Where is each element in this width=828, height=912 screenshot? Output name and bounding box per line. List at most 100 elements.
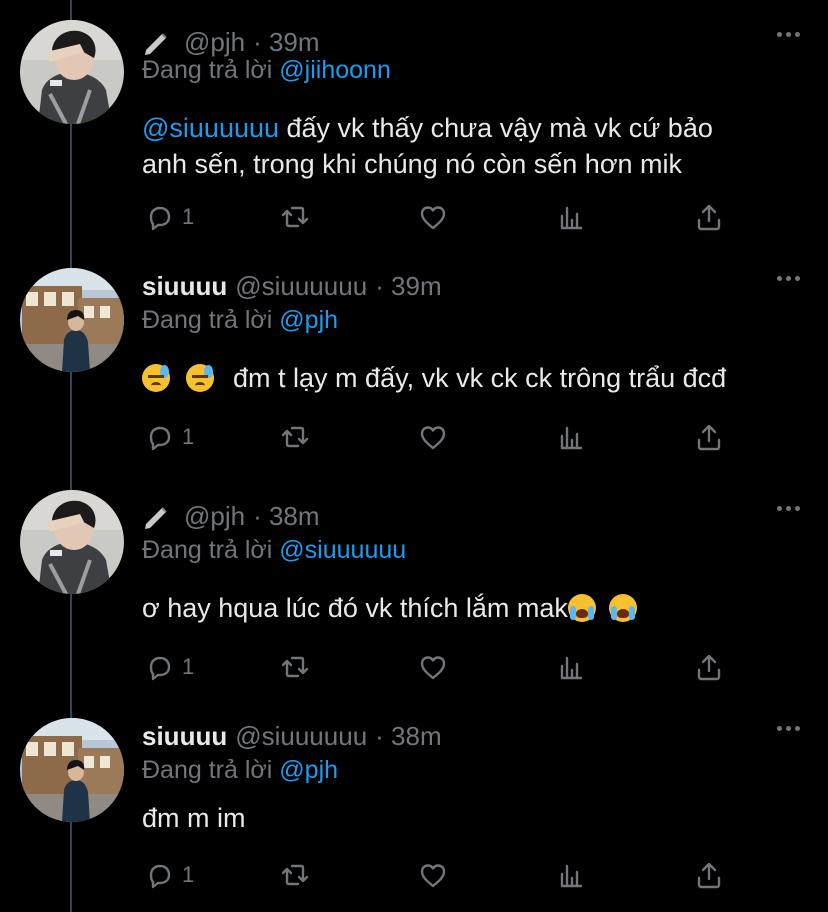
share-button[interactable] <box>692 200 726 234</box>
share-button[interactable] <box>692 420 726 454</box>
timestamp[interactable]: · 38m <box>253 501 319 532</box>
view-stats-button[interactable] <box>554 200 588 234</box>
tweet-3[interactable]: @pjh · 38m Đang trả lời @siuuuuuu ơ hay … <box>0 490 828 710</box>
reply-button[interactable]: 1 <box>142 858 194 892</box>
view-stats-button[interactable] <box>554 858 588 892</box>
tweet-header: @pjh · 39m <box>142 26 320 58</box>
heart-icon <box>420 426 446 450</box>
replying-to-mention[interactable]: @pjh <box>279 756 338 784</box>
replying-to-mention[interactable]: @jiihoonn <box>279 56 391 84</box>
replying-to-mention[interactable]: @pjh <box>279 306 338 334</box>
downcast-face-with-sweat-emoji <box>185 364 214 392</box>
heart-icon <box>420 656 446 680</box>
more-options-icon[interactable] <box>777 32 800 37</box>
reply-button[interactable]: 1 <box>142 200 194 234</box>
share-icon <box>697 862 721 889</box>
avatar-image <box>20 718 124 822</box>
share-icon <box>697 424 721 451</box>
bar-chart-icon <box>560 864 583 888</box>
like-button[interactable] <box>416 420 450 454</box>
more-options-icon[interactable] <box>777 276 800 281</box>
tweet-2[interactable]: siuuuu @siuuuuuu · 39m Đang trả lời @pjh… <box>0 268 828 480</box>
reply-count: 1 <box>182 204 195 229</box>
timestamp[interactable]: · 38m <box>375 721 441 752</box>
reply-icon <box>149 864 171 889</box>
reply-count: 1 <box>182 424 195 449</box>
reply-icon <box>149 426 171 451</box>
replying-to: Đang trả lời @pjh <box>142 306 338 335</box>
loudly-crying-face-emoji <box>567 594 596 622</box>
retweet-icon <box>281 864 309 886</box>
heart-icon <box>420 206 446 230</box>
retweet-icon <box>281 656 309 678</box>
replying-to: Đang trả lời @siuuuuuu <box>142 536 406 565</box>
handle[interactable]: @siuuuuuu <box>235 721 367 752</box>
avatar-image <box>20 20 124 124</box>
heart-icon <box>420 864 446 888</box>
replying-to-label: Đang trả lời <box>142 536 273 564</box>
reply-button[interactable]: 1 <box>142 650 194 684</box>
pencil-icon <box>145 33 167 55</box>
tweet-header: siuuuu @siuuuuuu · 38m <box>142 720 442 752</box>
reply-icon <box>149 656 171 681</box>
replying-to-mention[interactable]: @siuuuuuu <box>279 536 406 564</box>
replying-to: Đang trả lời @jiihoonn <box>142 56 391 85</box>
retweet-button[interactable] <box>278 858 312 892</box>
retweet-button[interactable] <box>278 200 312 234</box>
display-name[interactable]: siuuuu <box>142 271 227 302</box>
reply-count: 1 <box>182 654 195 679</box>
tweet-text: đm m im <box>142 800 246 836</box>
bar-chart-icon <box>560 206 583 230</box>
replying-to: Đang trả lời @pjh <box>142 756 338 785</box>
avatar-image <box>20 490 124 594</box>
avatar[interactable] <box>20 718 124 822</box>
pencil-icon <box>145 507 167 529</box>
avatar[interactable] <box>20 490 124 594</box>
retweet-icon <box>281 206 309 228</box>
share-icon <box>697 654 721 681</box>
tweet-header: siuuuu @siuuuuuu · 39m <box>142 270 442 302</box>
tweet-actions: 1 <box>142 420 742 460</box>
avatar-image <box>20 268 124 372</box>
share-button[interactable] <box>692 650 726 684</box>
tweet-actions: 1 <box>142 858 742 898</box>
tweet-text: ơ hay hqua lúc đó vk thích lắm mak <box>142 590 638 626</box>
like-button[interactable] <box>416 650 450 684</box>
replying-to-label: Đang trả lời <box>142 56 273 84</box>
reply-icon <box>149 206 171 231</box>
bar-chart-icon <box>560 656 583 680</box>
share-icon <box>697 204 721 231</box>
display-name[interactable]: siuuuu <box>142 721 227 752</box>
loudly-crying-face-emoji <box>609 594 638 622</box>
reply-button[interactable]: 1 <box>142 420 194 454</box>
view-stats-button[interactable] <box>554 420 588 454</box>
share-button[interactable] <box>692 858 726 892</box>
avatar[interactable] <box>20 20 124 124</box>
retweet-button[interactable] <box>278 650 312 684</box>
retweet-button[interactable] <box>278 420 312 454</box>
timestamp[interactable]: · 39m <box>253 27 319 58</box>
tweet-actions: 1 <box>142 200 742 240</box>
handle[interactable]: @pjh <box>184 27 245 58</box>
tweet-header: @pjh · 38m <box>142 500 320 532</box>
tweet-4[interactable]: siuuuu @siuuuuuu · 38m Đang trả lời @pjh… <box>0 718 828 912</box>
handle[interactable]: @pjh <box>184 501 245 532</box>
tweet-mention[interactable]: @siuuuuuu <box>142 113 279 143</box>
more-options-icon[interactable] <box>777 726 800 731</box>
view-stats-button[interactable] <box>554 650 588 684</box>
timestamp[interactable]: · 39m <box>375 271 441 302</box>
more-options-icon[interactable] <box>777 506 800 511</box>
tweet-text-line: anh sến, trong khi chúng nó còn sến hơn … <box>142 149 683 179</box>
tweet-text-line: đm m im <box>142 803 246 833</box>
avatar[interactable] <box>20 268 124 372</box>
like-button[interactable] <box>416 858 450 892</box>
handle[interactable]: @siuuuuuu <box>235 271 367 302</box>
reply-count: 1 <box>182 862 195 887</box>
tweet-text: đm t lạy m đấy, vk vk ck ck trông trẩu đ… <box>142 360 726 396</box>
downcast-face-with-sweat-emoji <box>142 364 170 392</box>
tweet-actions: 1 <box>142 650 742 690</box>
like-button[interactable] <box>416 200 450 234</box>
bar-chart-icon <box>560 426 583 450</box>
tweet-1[interactable]: @pjh · 39m Đang trả lời @jiihoonn @siuuu… <box>0 20 828 246</box>
replying-to-label: Đang trả lời <box>142 306 273 334</box>
